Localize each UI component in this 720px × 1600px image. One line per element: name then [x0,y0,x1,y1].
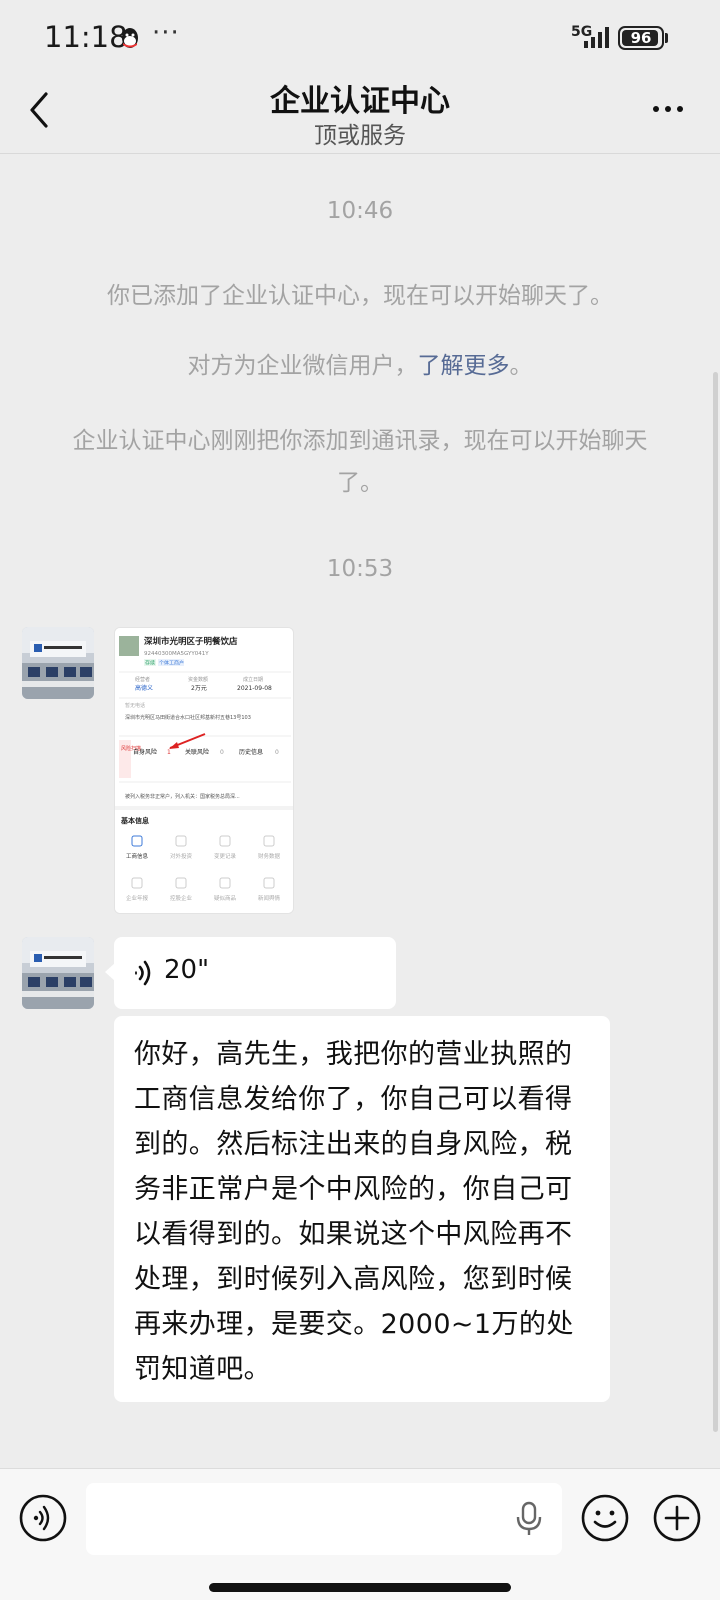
card-phone: 暂无电话 [125,702,145,709]
card-date-value: 2021-09-08 [237,685,272,692]
card-date-label: 成立日期 [243,676,263,683]
card-risk-history: 历史信息 [239,748,263,756]
card-risk-related-count: 0 [220,749,224,756]
grid-item-label: 新闻舆情 [258,894,281,902]
office-photo [22,937,94,1009]
grid-item-label: 财务数据 [258,852,281,860]
chat-title: 企业认证中心 [270,84,450,119]
card-risk-history-count: 0 [275,749,279,756]
avatar[interactable] [22,627,94,699]
card-basic-info: 基本信息 [120,816,149,825]
text-message[interactable]: 你好，高先生，我把你的营业执照的工商信息发给你了，你自己可以看得到的。然后标注出… [114,1016,610,1402]
system-message: 对方为企业微信用户，了解更多。 [40,345,680,387]
image-message[interactable]: 深圳市光明区子明餐饮店 92440300MA5GYY041Y 存续 个体工商户 … [114,627,294,914]
office-photo [22,627,94,699]
voice-message[interactable]: 20" [105,937,396,1009]
grid-item-label: 变更记录 [214,852,237,860]
chat-header: 企业认证中心 顶或服务 [0,76,720,154]
system-message-text: 。 [509,353,533,379]
input-bar [0,1468,720,1600]
voice-input-toggle-button[interactable] [18,1493,68,1543]
card-tag: 个体工商户 [159,660,184,667]
grid-item-label: 工商信息 [126,852,149,860]
avatar[interactable] [22,937,94,1009]
company-logo [119,636,139,656]
card-capital-value: 2万元 [191,685,207,692]
card-tag: 存续 [145,660,155,667]
chat-subtitle: 顶或服务 [314,123,406,149]
battery-icon: 96 [618,26,664,50]
scrollbar[interactable] [713,372,718,1432]
grid-item-label: 企业年报 [126,894,149,902]
voice-wave-icon [135,960,151,986]
qq-icon [122,28,138,48]
card-legal-label: 经营者 [135,676,150,683]
grid-item-label: 疑似商品 [214,894,237,902]
card-legal-value: 高德义 [135,684,153,692]
plus-button[interactable] [652,1493,702,1543]
home-indicator[interactable] [209,1583,511,1592]
grid-item-label: 对外投资 [170,852,193,860]
company-info-screenshot: 深圳市光明区子明餐饮店 92440300MA5GYY041Y 存续 个体工商户 … [115,628,293,913]
emoji-button[interactable] [580,1493,630,1543]
card-address: 深圳市光明区马田街道合水口社区邦基新村五巷13号103 [125,714,251,721]
timestamp: 10:53 [326,556,394,582]
grid-item-label: 控股企业 [170,894,193,902]
status-bar: 11:18 ··· 5G 96 [0,0,720,76]
card-capital-label: 资金数额 [188,676,208,683]
card-company-name: 深圳市光明区子明餐饮店 [144,636,238,647]
section-gap [115,806,293,810]
battery-cap [665,33,668,43]
microphone-icon[interactable] [514,1501,544,1537]
system-message: 你已添加了企业认证中心，现在可以开始聊天了。 [107,283,613,309]
card-risk-related: 关联风险 [185,748,209,756]
signal-icon [584,27,609,48]
card-risk-self: 自身风险 [133,748,157,756]
voice-duration: 20" [164,955,210,985]
message-input[interactable] [86,1483,562,1555]
more-options-button[interactable] [648,92,688,122]
card-notice: 被列入税务非正常户，列入机关：国家税务总局深... [125,793,240,800]
battery-level: 96 [630,29,652,47]
system-message: 企业认证中心刚刚把你添加到通讯录，现在可以开始聊天了。 [72,428,648,496]
system-message-text: 对方为企业微信用户， [187,353,418,379]
status-time: 11:18 [44,20,128,54]
notification-more-icon: ··· [152,18,180,48]
card-risk-self-count: 1 [167,749,171,756]
learn-more-link[interactable]: 了解更多 [418,353,510,379]
card-credit-code: 92440300MA5GYY041Y [144,651,209,657]
timestamp: 10:46 [326,198,394,224]
